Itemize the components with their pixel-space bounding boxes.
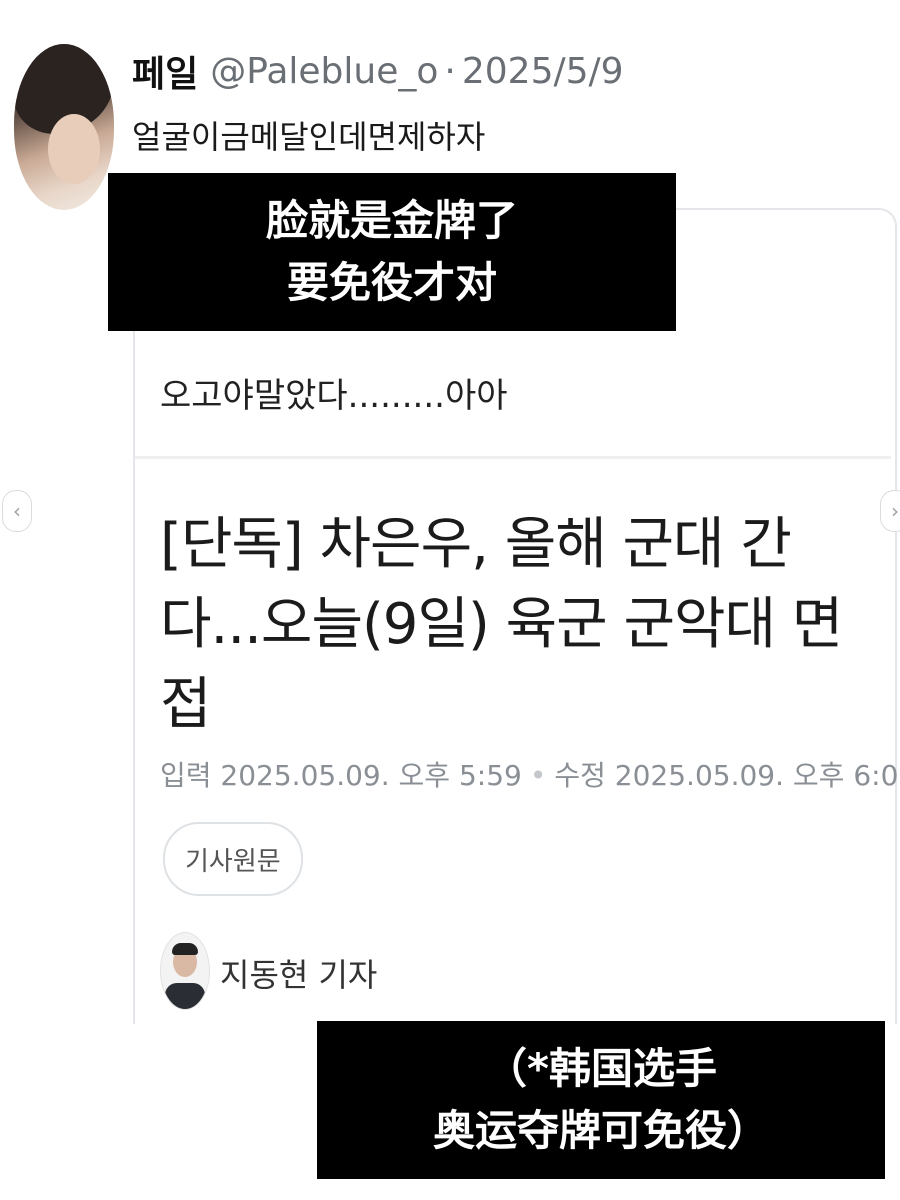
- article-headline[interactable]: [단독] 차은우, 올해 군대 간다...오늘(9일) 육군 군악대 면접: [160, 505, 860, 745]
- caption-overlay-bottom: （*韩国选手 奥运夺牌可免役）: [317, 1021, 885, 1179]
- caption-overlay-top: 脸就是金牌了 要免役才对: [108, 173, 676, 331]
- card-divider: [135, 456, 891, 459]
- quoted-text: 오고야말았다.........아아: [160, 376, 508, 416]
- original-article-button[interactable]: 기사원문: [163, 822, 303, 896]
- header-separator: ·: [444, 50, 456, 92]
- author-avatar[interactable]: [14, 44, 114, 210]
- prev-arrow-icon[interactable]: ‹: [2, 490, 32, 532]
- author-name[interactable]: 페일: [132, 45, 198, 97]
- caption-top-line1: 脸就是金牌了: [265, 196, 518, 245]
- article-meta: 입력 2025.05.09. 오후 5:59 • 수정 2025.05.09. 오후…: [160, 754, 900, 794]
- reporter-avatar[interactable]: [160, 932, 210, 1010]
- author-handle[interactable]: @Paleblue_o: [210, 51, 438, 92]
- next-arrow-icon[interactable]: ›: [880, 490, 900, 532]
- caption-bottom-line1: （*韩国选手: [485, 1044, 717, 1093]
- meta-dot: •: [529, 759, 547, 792]
- post-text: 얼굴이금메달인데면제하자: [132, 118, 486, 156]
- avatar-face: [48, 114, 100, 184]
- reporter-hair: [172, 943, 198, 955]
- caption-top-line2: 要免役才对: [286, 258, 497, 307]
- post-header: 페일 @Paleblue_o · 2025/5/9: [132, 44, 624, 98]
- reporter-suit: [165, 983, 205, 1009]
- published-time: 입력 2025.05.09. 오후 5:59: [160, 759, 522, 792]
- post-date[interactable]: 2025/5/9: [462, 51, 624, 92]
- caption-bottom-line2: 奥运夺牌可免役）: [432, 1106, 769, 1155]
- reporter-name[interactable]: 지동현 기자: [220, 950, 377, 996]
- modified-time: 수정 2025.05.09. 오후 6:08: [554, 759, 900, 792]
